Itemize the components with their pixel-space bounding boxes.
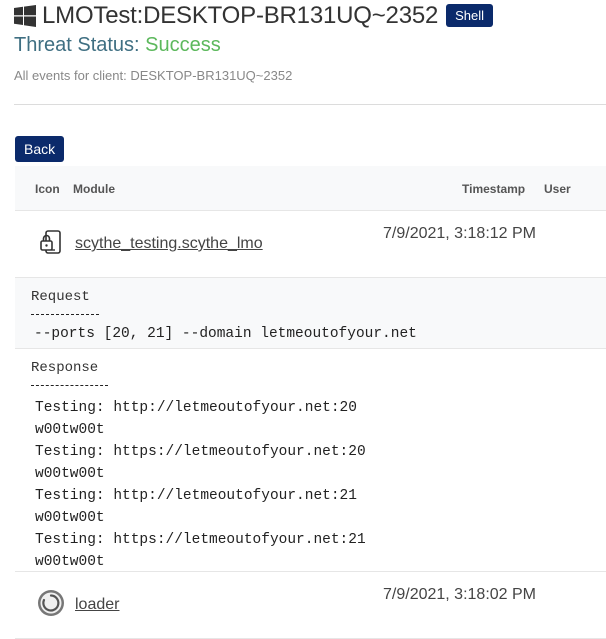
module-link[interactable]: loader <box>75 596 119 614</box>
row-timestamp: 7/9/2021, 3:18:02 PM <box>383 586 536 603</box>
page-subtitle: All events for client: DESKTOP-BR131UQ~2… <box>14 68 293 83</box>
response-line: w00tw00t <box>35 422 105 438</box>
column-header-user: User <box>544 182 571 196</box>
request-content: --ports [20, 21] --domain letmeoutofyour… <box>34 326 417 342</box>
threat-status-value: Success <box>145 34 221 56</box>
column-header-icon: Icon <box>35 182 60 196</box>
request-underline <box>31 314 99 315</box>
response-line: Testing: http://letmeoutofyour.net:20 <box>35 400 357 416</box>
request-label: Request <box>31 289 90 305</box>
lock-phone-icon <box>40 230 61 254</box>
column-header-timestamp: Timestamp <box>462 182 526 196</box>
title-row: LMOTest:DESKTOP-BR131UQ~2352 Shell <box>14 1 606 31</box>
response-output: Testing: http://letmeoutofyour.net:20 w0… <box>35 397 366 573</box>
response-line: w00tw00t <box>35 466 105 482</box>
back-button[interactable]: Back <box>15 136 65 162</box>
threat-status: Threat Status: Success <box>14 34 606 60</box>
module-link[interactable]: scythe_testing.scythe_lmo <box>75 235 263 253</box>
response-panel: Response Testing: http://letmeoutofyour.… <box>15 349 606 572</box>
page-title: LMOTest:DESKTOP-BR131UQ~2352 <box>42 2 439 29</box>
response-underline <box>31 385 108 386</box>
divider <box>14 104 606 105</box>
response-label: Response <box>31 360 99 376</box>
table-row: loader 7/9/2021, 3:18:02 PM <box>15 572 606 639</box>
request-panel: Request --ports [20, 21] --domain letmeo… <box>15 278 606 349</box>
threat-status-label: Threat Status: <box>14 34 146 56</box>
response-line: Testing: http://letmeoutofyour.net:21 <box>35 488 357 504</box>
response-line: w00tw00t <box>35 554 105 570</box>
column-header-module: Module <box>73 182 115 196</box>
loader-circle-icon <box>38 590 64 616</box>
table-header: Icon Module Timestamp User <box>15 166 606 211</box>
row-timestamp: 7/9/2021, 3:18:12 PM <box>383 225 536 242</box>
response-line: Testing: https://letmeoutofyour.net:21 <box>35 532 366 548</box>
page-header: LMOTest:DESKTOP-BR131UQ~2352 Shell Threa… <box>14 0 606 83</box>
shell-badge: Shell <box>446 3 494 27</box>
response-line: w00tw00t <box>35 510 105 526</box>
events-table: Icon Module Timestamp User scythe_testin… <box>15 166 606 639</box>
table-row: scythe_testing.scythe_lmo 7/9/2021, 3:18… <box>15 211 606 278</box>
response-line: Testing: https://letmeoutofyour.net:20 <box>35 444 366 460</box>
windows-icon <box>14 5 36 27</box>
